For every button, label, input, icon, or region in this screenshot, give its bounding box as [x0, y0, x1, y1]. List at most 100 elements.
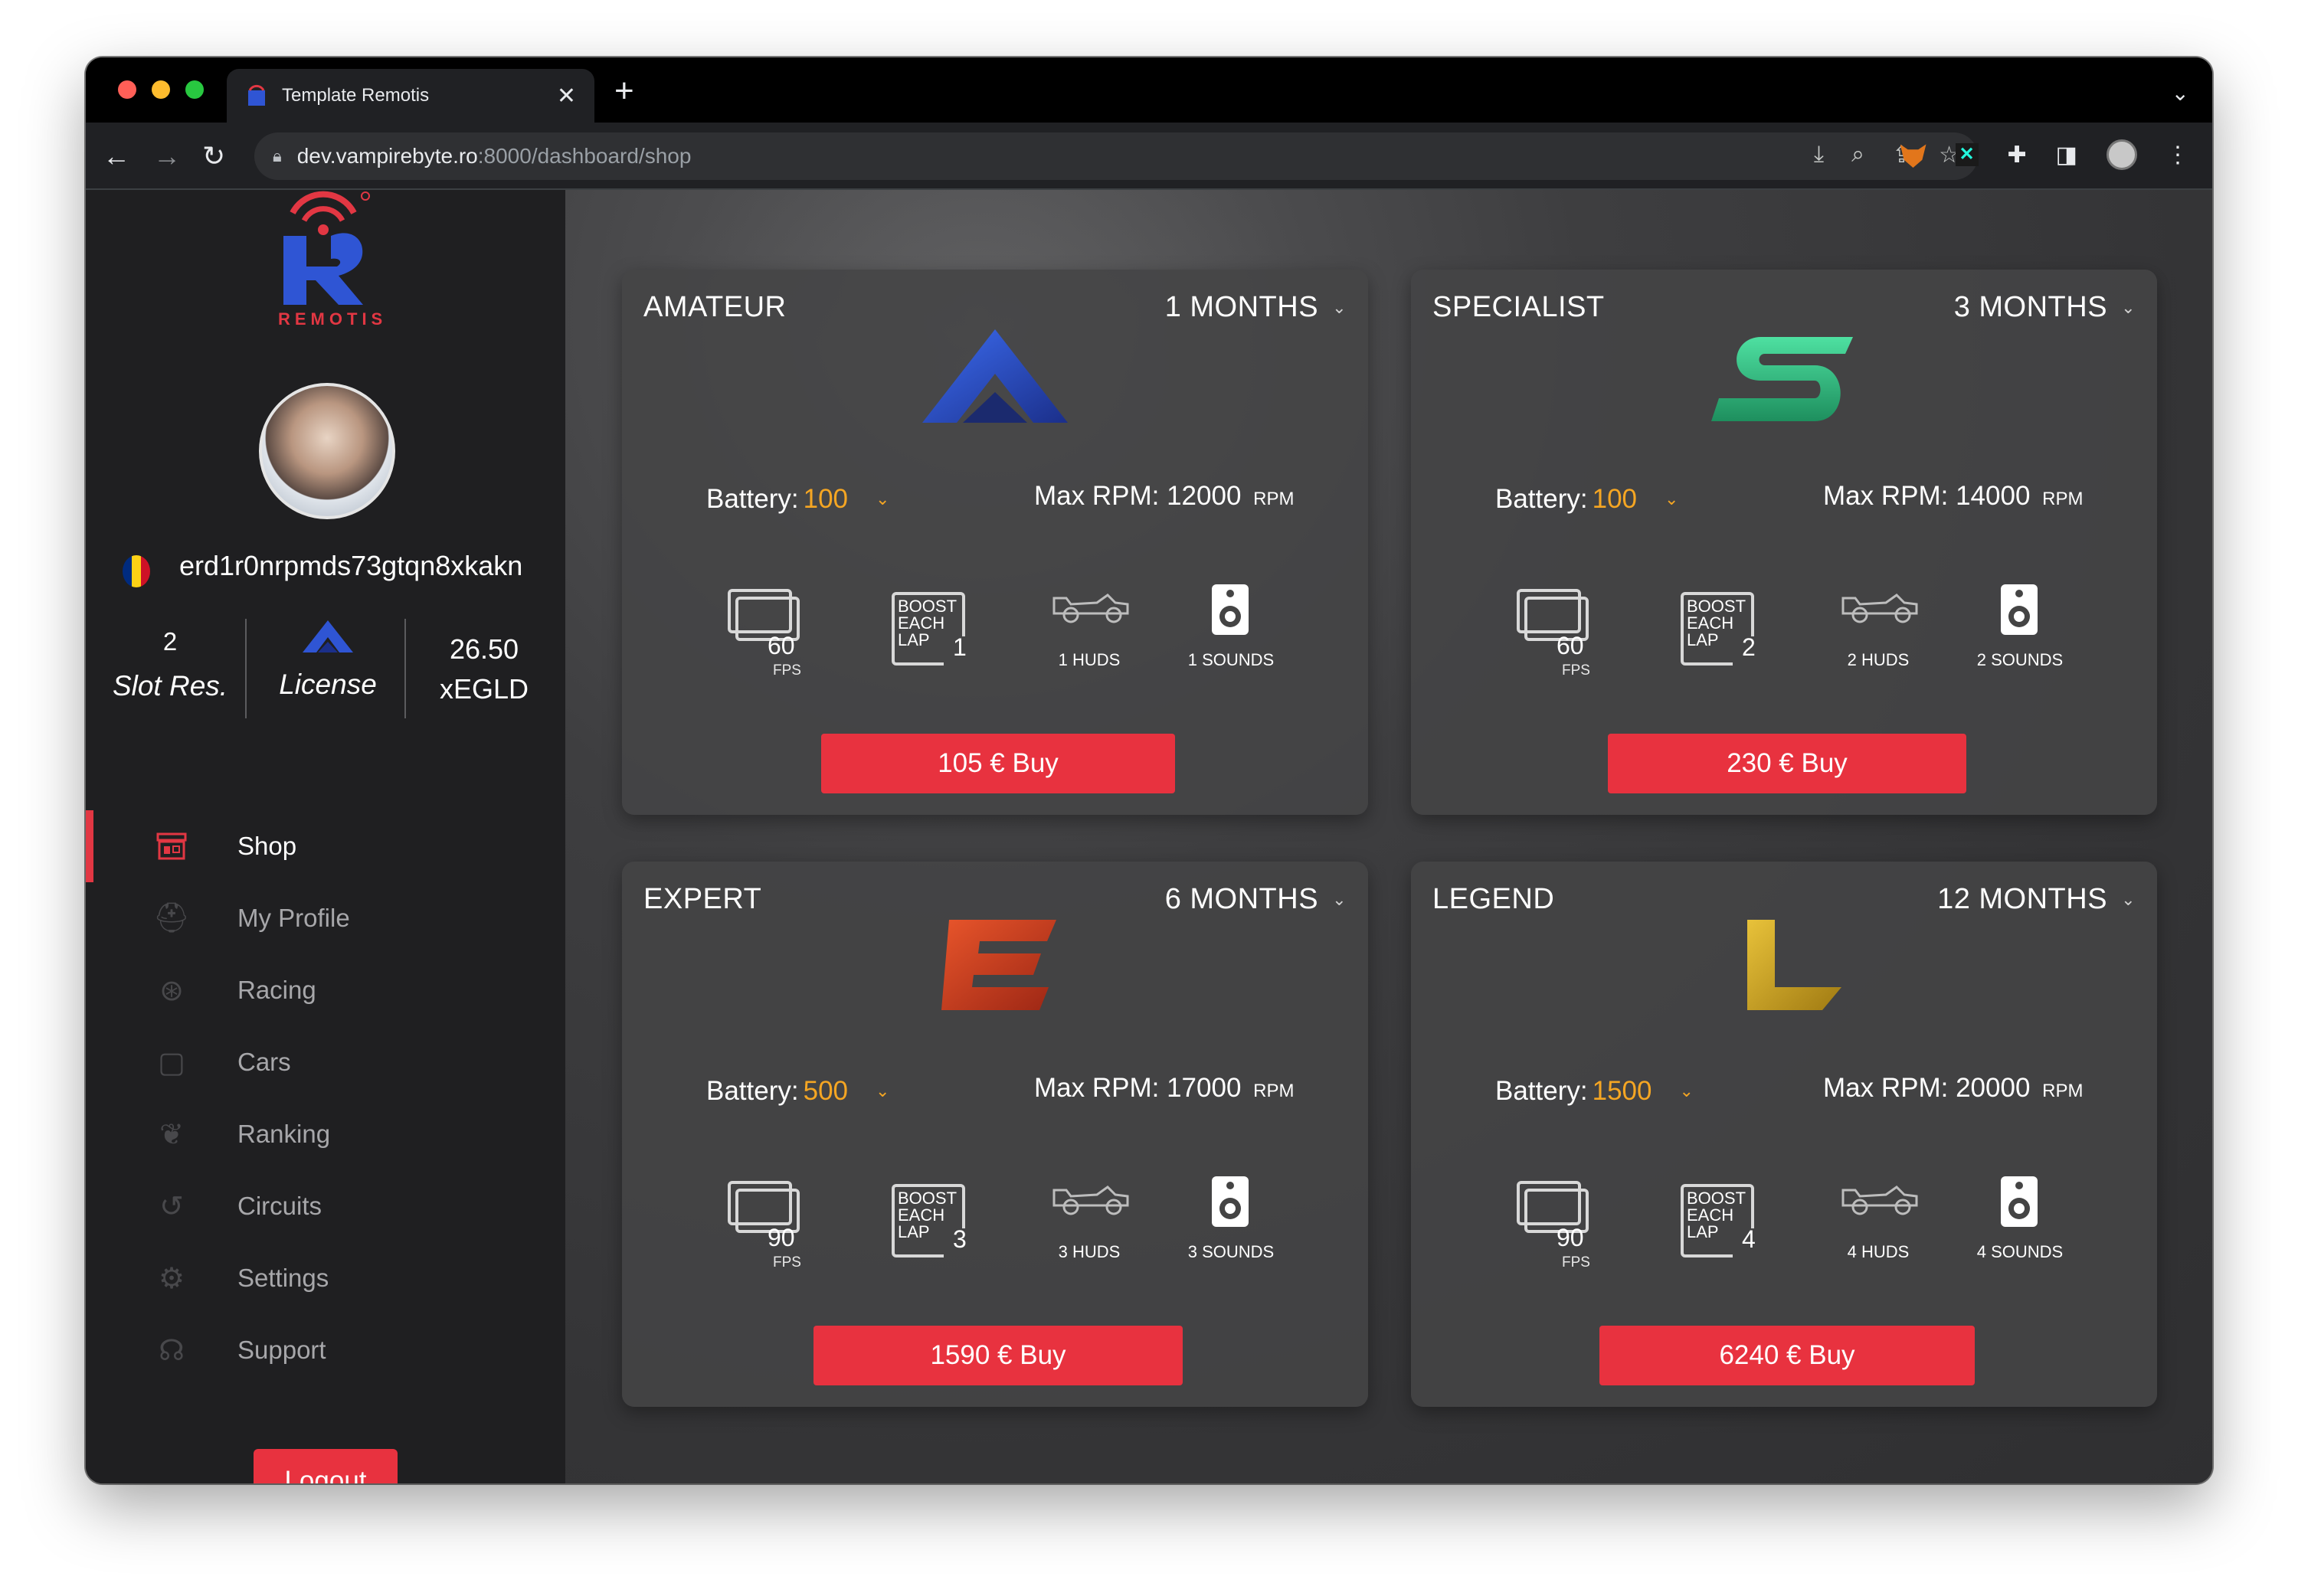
address-bar[interactable]: 🔒︎ dev.vampirebyte.ro :8000/dashboard/sh… [254, 132, 1978, 180]
steering-wheel-icon: ⊛ [159, 974, 184, 1007]
active-indicator [86, 810, 93, 882]
slot-label: Slot Res. [112, 670, 228, 702]
tab-title: Template Remotis [282, 85, 430, 106]
plan-title: LEGEND [1432, 883, 1555, 915]
battery-select[interactable]: Battery: 100 ⌄ [1495, 484, 1678, 515]
extensions-puzzle-icon[interactable]: ✚ [2008, 142, 2027, 168]
fps-label: FPS [773, 1254, 801, 1271]
battery-select[interactable]: Battery: 500 ⌄ [706, 1076, 889, 1107]
rpm-unit: RPM [2042, 489, 2084, 509]
back-arrow-icon[interactable]: ← [103, 139, 130, 173]
avatar[interactable] [259, 383, 395, 519]
balance-stat: 26.50 xEGLD [408, 630, 561, 709]
shop-icon [155, 829, 188, 863]
race-car-icon [1841, 594, 1918, 623]
sidebar-item-label: Ranking [237, 1120, 331, 1148]
sidebar-item-my-profile[interactable]: ⛑︎ My Profile [86, 882, 565, 954]
chevron-down-icon: ⌄ [1332, 889, 1347, 909]
period-value: 6 MONTHS [1164, 883, 1319, 915]
buy-button[interactable]: 6240 € Buy [1599, 1326, 1975, 1385]
new-tab-button[interactable]: + [614, 74, 634, 108]
boost-each-lap-icon: BOOST EACH LAP 4 [1679, 1182, 1756, 1259]
max-rpm: Max RPM: 17000 RPM [1034, 1073, 1295, 1104]
chevron-down-icon: ⌄ [1679, 1081, 1694, 1101]
chevron-down-icon: ⌄ [1665, 489, 1679, 509]
sidebar-item-shop[interactable]: Shop [86, 810, 565, 882]
user-stats: 2 Slot Res. License 26.50 xEGLD [86, 619, 565, 726]
sidebar-item-circuits[interactable]: ↺ Circuits [86, 1170, 565, 1242]
stat-divider [404, 619, 406, 718]
boost-text: BOOST EACH LAP [1687, 1189, 1746, 1241]
side-panel-icon[interactable]: ◨ [2056, 142, 2077, 168]
amateur-license-icon [303, 620, 353, 652]
boost-each-lap-icon: BOOST EACH LAP 3 [890, 1182, 967, 1259]
close-window-button[interactable] [118, 80, 136, 99]
tab-search-chevron-icon[interactable]: ⌄ [2172, 80, 2189, 106]
metamask-fox-icon[interactable] [1900, 144, 1926, 168]
battery-select[interactable]: Battery: 100 ⌄ [706, 484, 889, 515]
rpm-unit: RPM [1253, 1081, 1295, 1101]
buy-button[interactable]: 105 € Buy [821, 734, 1175, 793]
battery-value: 100 [1592, 484, 1638, 514]
slot-reservations-stat: 2 Slot Res. [109, 619, 231, 708]
speaker-icon [2001, 584, 2038, 635]
sounds-label: 2 SOUNDS [1976, 650, 2064, 669]
race-car-icon [1841, 1186, 1918, 1215]
period-value: 12 MONTHS [1937, 883, 2108, 915]
chevron-down-icon: ⌄ [876, 489, 890, 509]
battery-label: Battery: [1495, 1076, 1588, 1106]
sounds-label: 4 SOUNDS [1976, 1242, 2064, 1261]
browser-menu-icon[interactable]: ⋮ [2166, 142, 2189, 168]
install-app-icon[interactable]: ⤓ [1814, 142, 1824, 168]
zoom-icon[interactable]: ⌕ [1851, 142, 1864, 168]
sidebar-item-support[interactable]: ☊ Support [86, 1314, 565, 1386]
lock-icon[interactable]: 🔒︎ [273, 146, 282, 166]
speaker-icon [1212, 1176, 1249, 1227]
period-value: 3 MONTHS [1953, 291, 2108, 323]
url-path: :8000/dashboard/shop [477, 144, 692, 168]
chevron-down-icon: ⌄ [2121, 297, 2136, 317]
chevron-down-icon: ⌄ [876, 1081, 890, 1101]
battery-select[interactable]: Battery: 1500 ⌄ [1495, 1076, 1694, 1107]
close-tab-icon[interactable]: ✕ [557, 83, 576, 110]
gear-icon: ⚙︎ [158, 1262, 185, 1295]
sidebar-item-settings[interactable]: ⚙︎ Settings [86, 1242, 565, 1314]
period-select[interactable]: 12 MONTHS ⌄ [1937, 883, 2136, 916]
car-icon: ▢ [158, 1046, 185, 1079]
period-value: 1 MONTHS [1164, 291, 1319, 323]
specialist-logo-icon [1711, 337, 1853, 421]
laurel-icon: ❦ [159, 1118, 184, 1151]
sidebar-item-cars[interactable]: ▢ Cars [86, 1026, 565, 1098]
logout-button[interactable]: Logout [254, 1449, 398, 1483]
boost-each-lap-icon: BOOST EACH LAP 1 [890, 590, 967, 667]
plan-card-expert: EXPERT 6 MONTHS ⌄ Battery: 500 ⌄ Max RPM… [622, 862, 1368, 1407]
wallet-address: erd1r0nrpmds73gtqn8xkakn [179, 550, 523, 581]
buy-button[interactable]: 1590 € Buy [813, 1326, 1183, 1385]
speaker-icon [1212, 584, 1249, 635]
maximize-window-button[interactable] [185, 80, 204, 99]
minimize-window-button[interactable] [152, 80, 170, 99]
boost-value: 2 [1742, 633, 1756, 661]
plan-card-legend: LEGEND 12 MONTHS ⌄ Battery: 1500 ⌄ Max R… [1411, 862, 2157, 1407]
reload-icon[interactable]: ↻ [202, 139, 225, 173]
battery-label: Battery: [706, 484, 799, 514]
buy-button[interactable]: 230 € Buy [1608, 734, 1966, 793]
period-select[interactable]: 6 MONTHS ⌄ [1165, 883, 1347, 916]
rpm-label: Max RPM: [1823, 481, 1949, 511]
license-stat: License [251, 619, 404, 701]
fps-value: 90 [768, 1224, 795, 1251]
multiversx-wallet-icon[interactable]: ✕ [1955, 143, 1979, 166]
browser-profile-avatar[interactable] [2106, 139, 2137, 170]
browser-window: Template Remotis ✕ + ⌄ ← → ↻ 🔒︎ dev.vamp… [86, 57, 2212, 1483]
amateur-logo-icon [922, 329, 1068, 423]
battery-value: 1500 [1592, 1076, 1652, 1106]
shop-main: AMATEUR 1 MONTHS ⌄ Battery: 100 ⌄ Max RP… [565, 190, 2212, 1483]
forward-arrow-icon[interactable]: → [153, 139, 181, 173]
stat-divider [245, 619, 247, 718]
period-select[interactable]: 3 MONTHS ⌄ [1954, 291, 2136, 324]
sidebar-item-ranking[interactable]: ❦ Ranking [86, 1098, 565, 1170]
sidebar-item-racing[interactable]: ⊛ Racing [86, 954, 565, 1026]
period-select[interactable]: 1 MONTHS ⌄ [1165, 291, 1347, 324]
fps-label: FPS [1562, 662, 1590, 679]
browser-tab[interactable]: Template Remotis ✕ [227, 69, 594, 123]
